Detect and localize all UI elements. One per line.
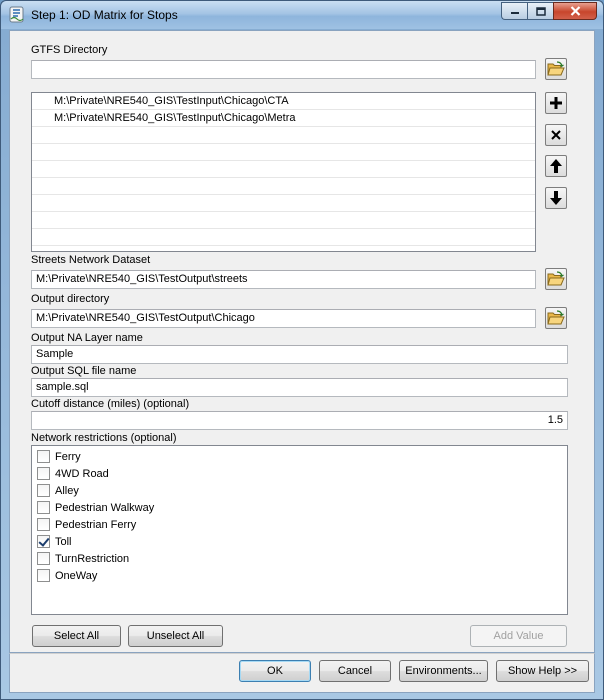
network-restrictions-label: Network restrictions (optional) (31, 432, 177, 444)
na-layer-input[interactable]: Sample (31, 345, 568, 364)
list-item[interactable]: M:\Private\NRE540_GIS\TestInput\Chicago\… (32, 93, 535, 110)
open-folder-icon (547, 61, 565, 76)
script-icon (9, 6, 24, 23)
environments-button[interactable]: Environments... (399, 660, 488, 682)
list-empty-row (32, 127, 535, 144)
restriction-label: Alley (55, 484, 79, 497)
sql-file-input[interactable]: sample.sql (31, 378, 568, 397)
window-title: Step 1: OD Matrix for Stops (31, 8, 178, 22)
add-value-button[interactable]: Add Value (470, 625, 567, 647)
na-layer-label: Output NA Layer name (31, 332, 143, 344)
minimize-button[interactable] (501, 2, 527, 20)
cutoff-distance-input[interactable]: 1.5 (31, 411, 568, 430)
restriction-alley[interactable]: Alley (32, 482, 567, 499)
streets-browse-button[interactable] (545, 268, 567, 290)
restrictions-checklist: Ferry 4WD Road Alley Pedestrian Walkway … (31, 445, 568, 615)
list-empty-row (32, 144, 535, 161)
restriction-checkbox[interactable] (37, 450, 50, 463)
gtfs-directory-label: GTFS Directory (31, 44, 108, 56)
list-empty-row (32, 195, 535, 212)
minimize-icon (510, 12, 519, 14)
restriction-turnrestriction[interactable]: TurnRestriction (32, 550, 567, 567)
restriction-checkbox[interactable] (37, 484, 50, 497)
restriction-label: Toll (55, 535, 72, 548)
ok-button[interactable]: OK (239, 660, 311, 682)
restriction-label: 4WD Road (55, 467, 109, 480)
sql-file-label: Output SQL file name (31, 365, 137, 377)
maximize-icon (535, 6, 546, 16)
dialog-body: GTFS Directory M:\Private\NRE540_GIS\Tes… (9, 30, 595, 653)
gtfs-directory-input[interactable] (31, 60, 536, 79)
restriction-label: TurnRestriction (55, 552, 130, 565)
restriction-checkbox[interactable] (37, 518, 50, 531)
restriction-oneway[interactable]: OneWay (32, 567, 567, 584)
restriction-label: Pedestrian Walkway (55, 501, 155, 514)
restriction-ferry[interactable]: Ferry (32, 448, 567, 465)
add-path-button[interactable] (545, 92, 567, 114)
streets-network-label: Streets Network Dataset (31, 254, 151, 266)
list-empty-row (32, 161, 535, 178)
restriction-checkbox[interactable] (37, 467, 50, 480)
output-browse-button[interactable] (545, 307, 567, 329)
plus-icon (550, 97, 562, 109)
maximize-button[interactable] (527, 2, 553, 20)
restriction-4wd-road[interactable]: 4WD Road (32, 465, 567, 482)
unselect-all-button[interactable]: Unselect All (128, 625, 223, 647)
arrow-down-icon (550, 191, 562, 205)
open-folder-icon (547, 271, 565, 286)
dialog-window: Step 1: OD Matrix for Stops GTFS Directo… (0, 0, 604, 700)
cancel-button[interactable]: Cancel (319, 660, 391, 682)
streets-network-input[interactable]: M:\Private\NRE540_GIS\TestOutput\streets (31, 270, 536, 289)
restriction-pedestrian-walkway[interactable]: Pedestrian Walkway (32, 499, 567, 516)
restriction-checkbox[interactable] (37, 501, 50, 514)
move-down-button[interactable] (545, 187, 567, 209)
list-empty-row (32, 178, 535, 195)
gtfs-browse-button[interactable] (545, 58, 567, 80)
move-up-button[interactable] (545, 155, 567, 177)
restriction-toll[interactable]: Toll (32, 533, 567, 550)
restriction-label: Ferry (55, 450, 81, 463)
list-empty-row (32, 229, 535, 246)
restriction-label: OneWay (55, 569, 98, 582)
list-item[interactable]: M:\Private\NRE540_GIS\TestInput\Chicago\… (32, 110, 535, 127)
restriction-checkbox[interactable] (37, 552, 50, 565)
title-bar[interactable]: Step 1: OD Matrix for Stops (1, 1, 603, 29)
remove-path-button[interactable] (545, 124, 567, 146)
cutoff-distance-label: Cutoff distance (miles) (optional) (31, 398, 190, 410)
select-all-button[interactable]: Select All (32, 625, 121, 647)
x-icon (551, 130, 561, 140)
restriction-checkbox[interactable] (37, 569, 50, 582)
open-folder-icon (547, 310, 565, 325)
show-help-button[interactable]: Show Help >> (496, 660, 589, 682)
output-directory-input[interactable]: M:\Private\NRE540_GIS\TestOutput\Chicago (31, 309, 536, 328)
close-icon (570, 6, 580, 16)
restriction-pedestrian-ferry[interactable]: Pedestrian Ferry (32, 516, 567, 533)
restriction-checkbox[interactable] (37, 535, 50, 548)
gtfs-paths-list[interactable]: M:\Private\NRE540_GIS\TestInput\Chicago\… (31, 92, 536, 252)
restriction-label: Pedestrian Ferry (55, 518, 137, 531)
close-button[interactable] (553, 2, 597, 20)
list-empty-row (32, 212, 535, 229)
dialog-button-bar: OK Cancel Environments... Show Help >> (9, 653, 595, 693)
arrow-up-icon (550, 159, 562, 173)
output-directory-label: Output directory (31, 293, 110, 305)
